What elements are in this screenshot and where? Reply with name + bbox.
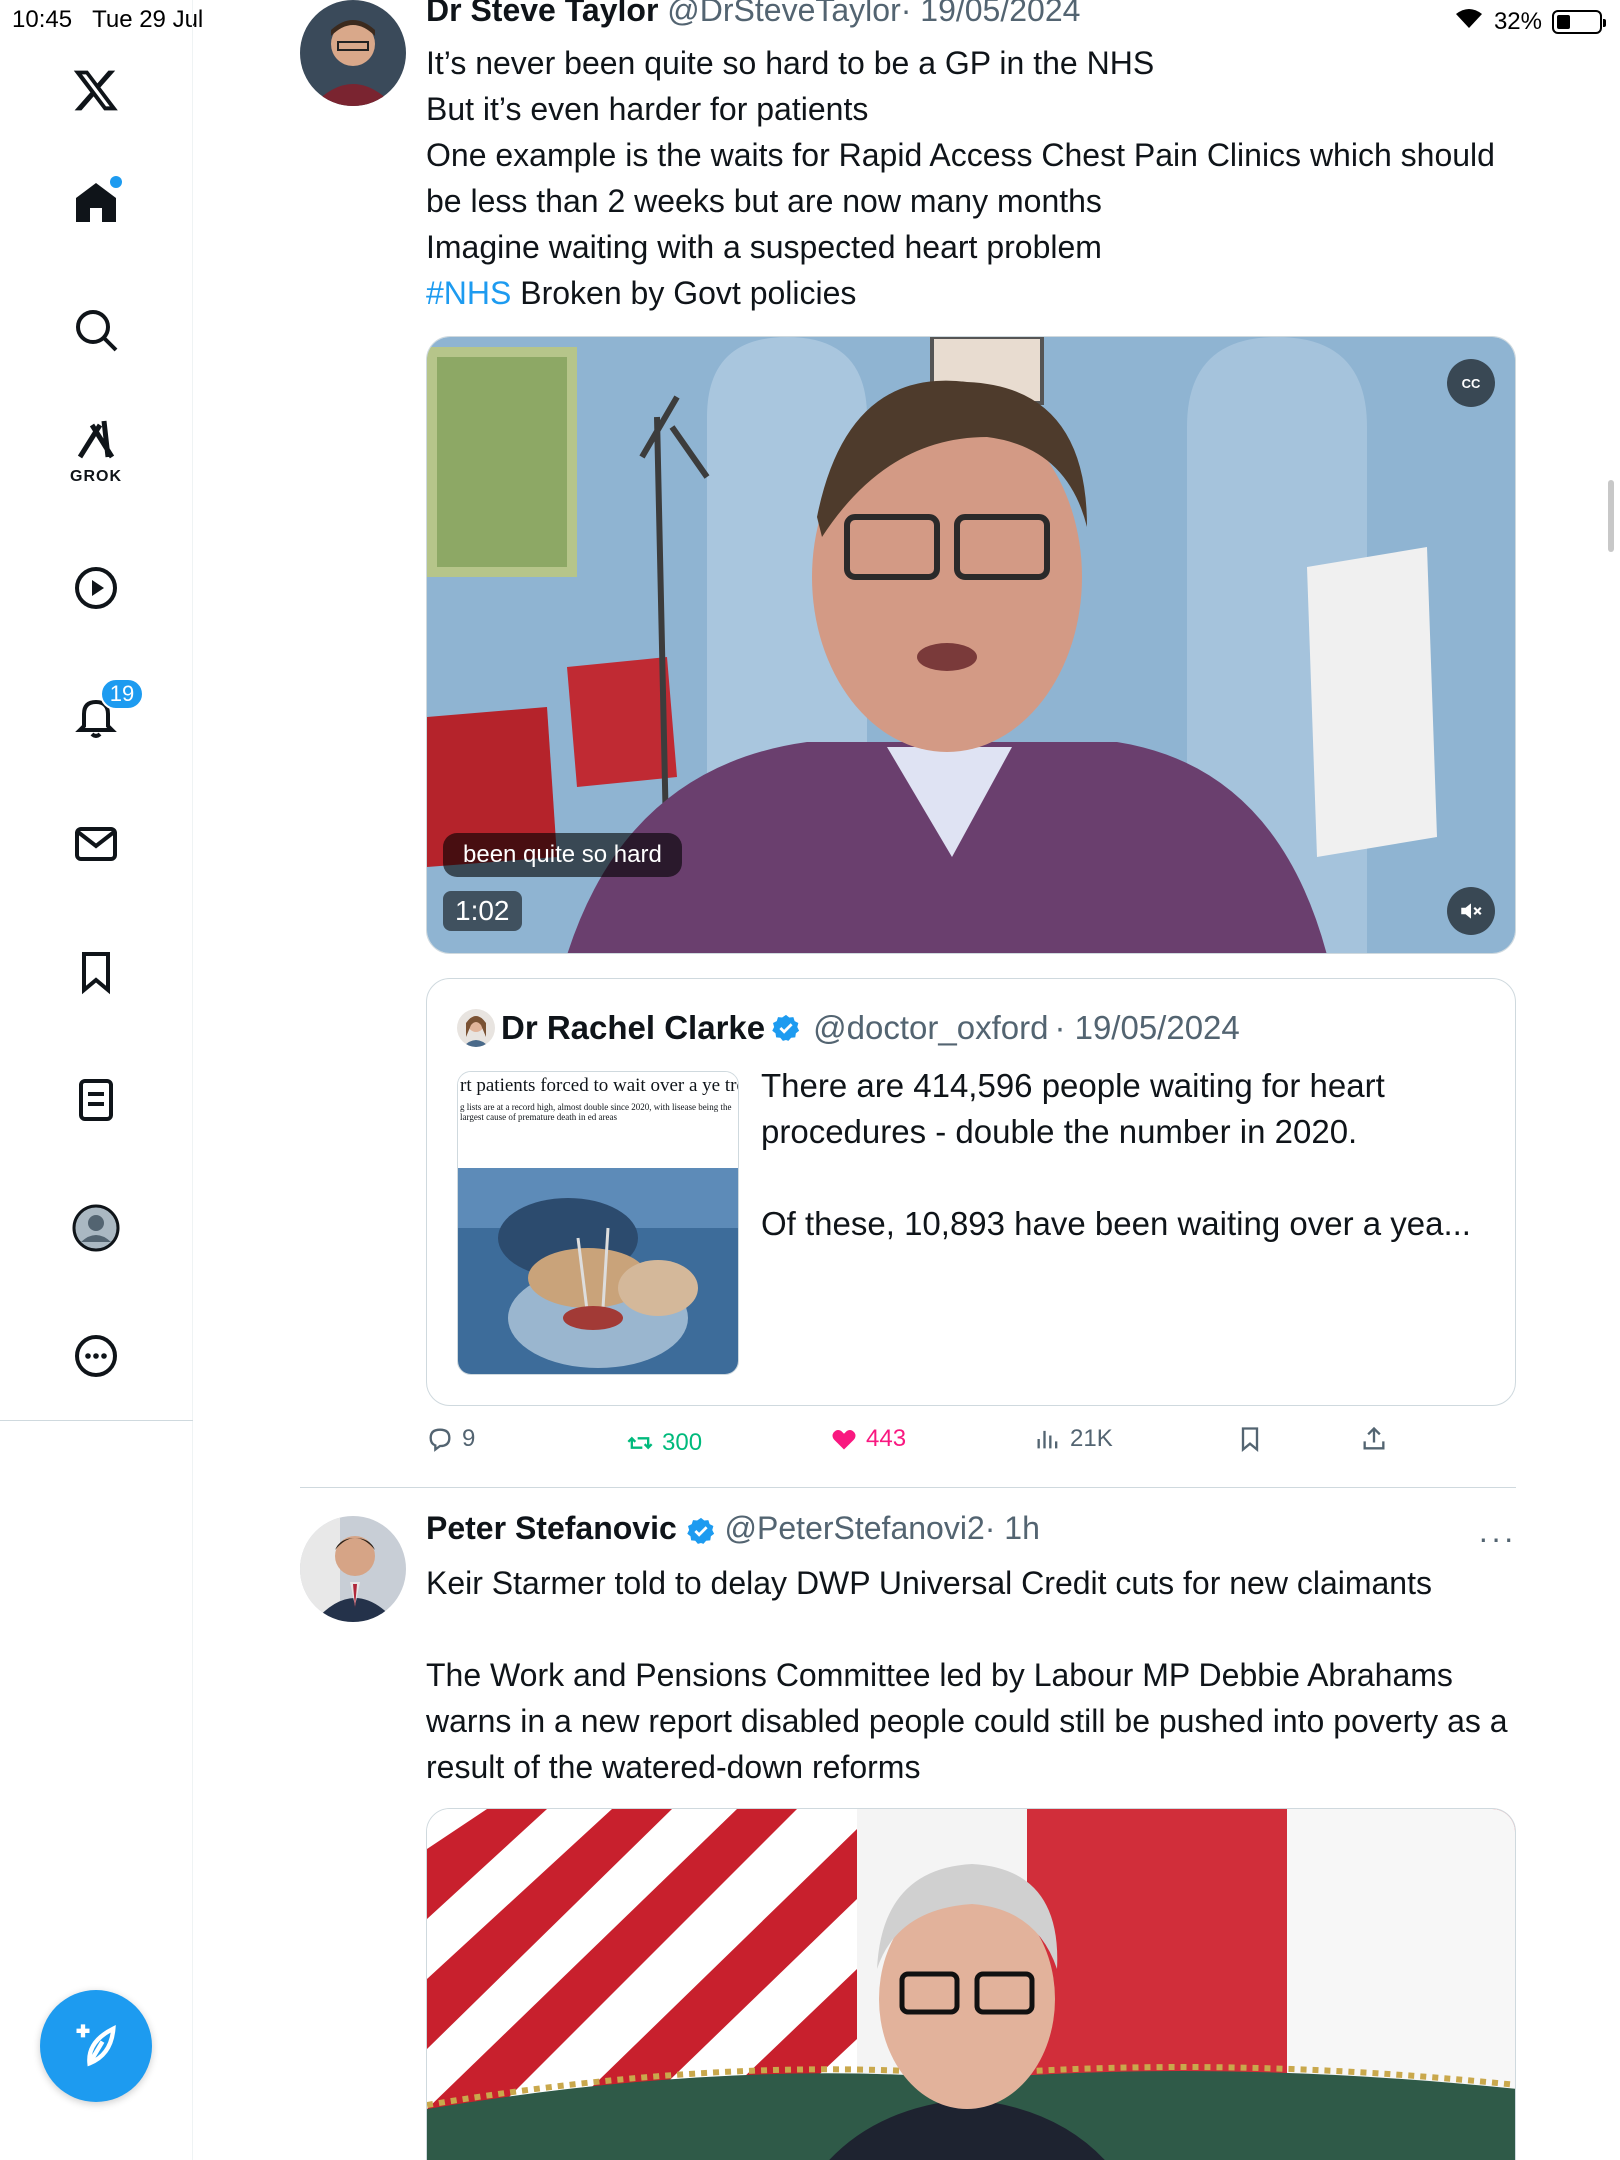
scrollbar[interactable] [1608,480,1614,552]
author-handle[interactable]: @PeterStefanovi2 [725,1510,985,1546]
tweet-text: It’s never been quite so hard to be a GP… [426,40,1516,316]
reply-count: 9 [462,1425,476,1452]
notifications-badge: 19 [100,678,144,710]
tweet-text: Keir Starmer told to delay DWP Universal… [426,1560,1526,1790]
hashtag-link[interactable]: #NHS [426,275,511,311]
quoted-tweet-text: There are 414,596 people waiting for hea… [761,1063,1501,1247]
more-icon[interactable] [66,1326,126,1386]
battery-fill [1557,14,1570,29]
tweet-line: But it’s even harder for patients [426,91,869,127]
captions-button[interactable]: CC [1447,359,1495,407]
quoted-tweet-date[interactable]: · 19/05/2024 [1054,1009,1239,1047]
grok-label: GROK [70,468,122,485]
repost-icon [627,1436,653,1450]
author-name[interactable]: Dr Steve Taylor [426,0,658,28]
quoted-text-line: There are 414,596 people waiting for hea… [761,1067,1385,1150]
search-icon[interactable] [66,300,126,360]
starmer-photo [427,1809,1515,2160]
heart-filled-icon [832,1429,856,1450]
quoted-text-line: Of these, 10,893 have been waiting over … [761,1205,1471,1242]
bookmark-icon[interactable] [66,942,126,1002]
grok-icon[interactable]: GROK [66,420,126,485]
home-icon[interactable] [66,172,126,232]
like-count: 443 [866,1425,907,1452]
avatar[interactable] [300,0,406,106]
bookmark-icon [1241,1427,1259,1452]
compose-button[interactable] [40,1990,152,2102]
tweet-actions: 9 300 443 21K [426,1425,1516,1465]
quoted-author-handle[interactable]: @doctor_oxford [813,1009,1048,1047]
video-player[interactable]: CC been quite so hard 1:02 [426,336,1516,954]
views-icon [1037,1430,1058,1449]
tweet-line: #NHS Broken by Govt policies [426,270,1516,316]
bookmark-button[interactable] [1236,1425,1264,1453]
tweet-paragraph: Keir Starmer told to delay DWP Universal… [426,1565,1432,1601]
tweet-separator [300,1487,1516,1488]
quoted-avatar[interactable] [457,1009,495,1047]
sidebar-divider [0,1420,193,1421]
surgery-photo [458,1168,738,1374]
quoted-author-name[interactable]: Dr Rachel Clarke [501,1009,765,1047]
like-button[interactable]: 443 [830,1425,906,1453]
avatar[interactable] [300,1516,406,1622]
thumbnail-headline: rt patients forced to wait over a ye tre… [460,1076,738,1096]
tweet-paragraph [426,1606,1526,1652]
profile-icon[interactable] [66,1198,126,1258]
thumbnail-subtext: g lists are at a record high, almost dou… [460,1102,732,1122]
video-icon[interactable] [66,558,126,618]
mute-button[interactable] [1447,887,1495,935]
author-name[interactable]: Peter Stefanovic [426,1510,677,1546]
battery-icon [1552,9,1606,34]
speaker-muted-icon [1461,903,1482,919]
tweet-line-rest: Broken by Govt policies [511,275,857,311]
tweet-image[interactable] [426,1808,1516,2160]
views-button[interactable]: 21K [1034,1425,1113,1453]
tweet-paragraph: The Work and Pensions Committee led by L… [426,1657,1508,1785]
quoted-tweet-header: Dr Rachel Clarke @doctor_oxford · 19/05/2… [457,1009,1240,1047]
verified-badge-icon [686,1517,714,1544]
compose-icon [76,2024,116,2067]
thumbnail-headline-area: rt patients forced to wait over a ye tre… [458,1072,738,1168]
tweet-header: Peter Stefanovic @PeterStefanovi2· 1h [426,1510,1040,1547]
wifi-icon [1454,6,1484,37]
tweet-header: Dr Steve Taylor @DrSteveTaylor· 19/05/20… [426,0,1080,29]
tweet-line: It’s never been quite so hard to be a GP… [426,45,1155,81]
quoted-tweet[interactable]: Dr Rachel Clarke @doctor_oxford · 19/05/2… [426,978,1516,1406]
view-count: 21K [1070,1425,1113,1452]
author-handle[interactable]: @DrSteveTaylor [667,0,900,28]
reply-icon [429,1428,451,1452]
video-duration: 1:02 [443,891,522,931]
quoted-text-blank [761,1155,1501,1201]
tweet-line: Imagine waiting with a suspected heart p… [426,229,1102,265]
battery-percent: 32% [1493,7,1542,35]
repost-button[interactable]: 300 [626,1429,702,1457]
more-options-button[interactable]: ··· [1478,1520,1516,1557]
x-logo-icon[interactable] [66,60,126,120]
quoted-article-thumbnail[interactable]: rt patients forced to wait over a ye tre… [457,1071,739,1375]
tweet-time[interactable]: · 1h [985,1510,1040,1546]
sidebar: GROK 19 [0,0,193,2160]
verified-badge-icon [772,1014,800,1041]
bell-icon[interactable]: 19 [66,678,144,746]
mail-icon[interactable] [66,814,126,874]
share-icon [1363,1426,1385,1450]
repost-count: 300 [662,1429,703,1456]
share-button[interactable] [1360,1425,1388,1453]
home-unread-dot [110,176,122,188]
tweet-date[interactable]: · 19/05/2024 [901,0,1081,28]
video-caption: been quite so hard [443,833,682,877]
reply-button[interactable]: 9 [426,1425,475,1453]
status-indicators: 32% [1454,6,1606,37]
tweet-line: One example is the waits for Rapid Acces… [426,137,1495,219]
lists-icon[interactable] [66,1070,126,1130]
